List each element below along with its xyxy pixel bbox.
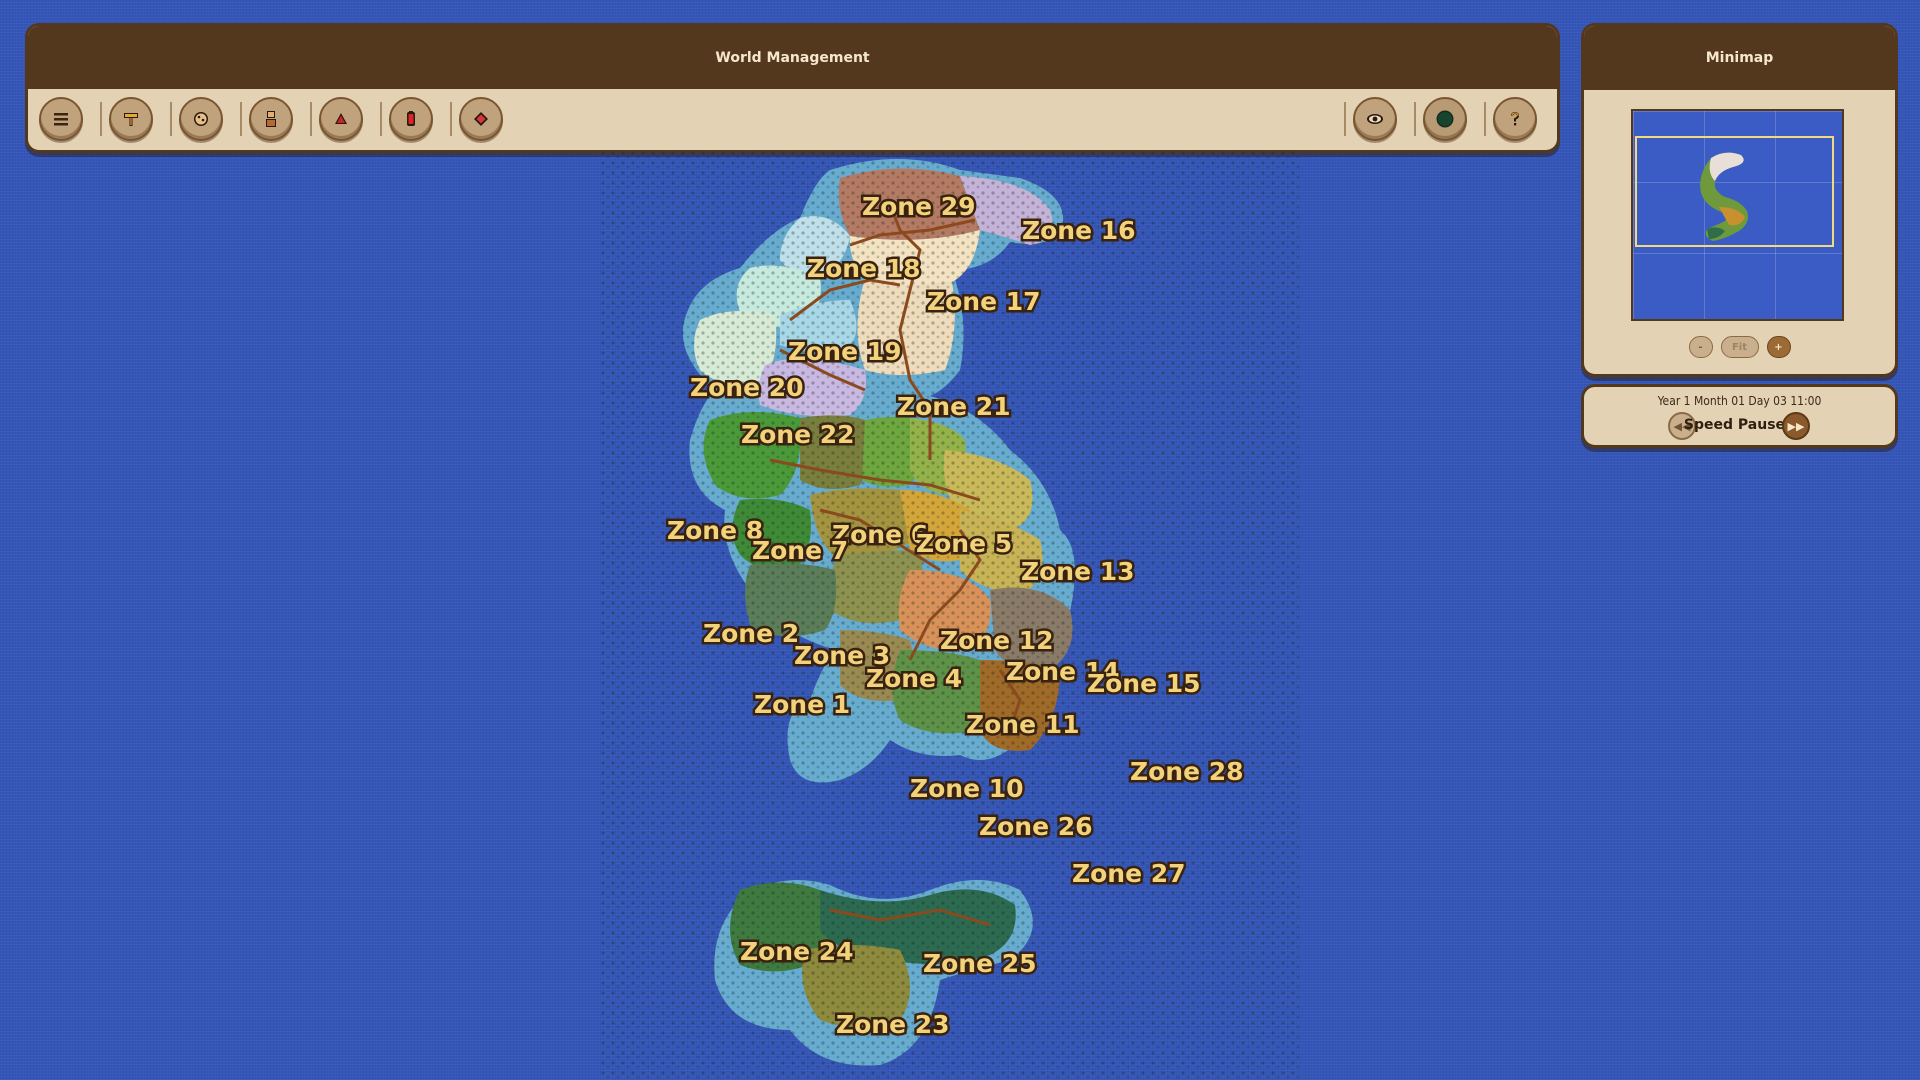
combat-button[interactable]	[319, 97, 363, 141]
zone-label-1[interactable]: Zone 1	[752, 688, 853, 722]
resources-icon	[194, 112, 208, 126]
menu-button[interactable]	[39, 97, 83, 141]
zone-label-13[interactable]: Zone 13	[1019, 555, 1138, 589]
toolbar-divider	[310, 102, 312, 136]
zone-label-2[interactable]: Zone 2	[701, 617, 802, 651]
world-management-panel: World Management	[25, 23, 1560, 153]
menu-icon	[54, 113, 68, 126]
zone-label-17[interactable]: Zone 17	[925, 285, 1044, 319]
combat-icon	[335, 113, 347, 124]
toolbar-divider	[240, 102, 242, 136]
eye-icon	[1367, 114, 1383, 124]
zone-label-21[interactable]: Zone 21	[895, 390, 1014, 424]
minimap-view[interactable]	[1631, 109, 1844, 321]
minimap-zoom-out-button[interactable]: -	[1688, 336, 1713, 358]
fast-forward-icon: ▶▶	[1787, 419, 1805, 433]
magic-icon	[474, 112, 488, 126]
date-time-display: Year 1 Month 01 Day 03 11:00	[1657, 394, 1822, 408]
zone-label-29[interactable]: Zone 29	[860, 190, 979, 224]
zone-label-10[interactable]: Zone 10	[908, 772, 1027, 806]
toolbar-divider	[380, 102, 382, 136]
zone-label-19[interactable]: Zone 19	[786, 335, 905, 369]
toolbar-divider	[1414, 102, 1416, 136]
globe-button[interactable]	[1423, 97, 1467, 141]
minimap-fit-button[interactable]: Fit	[1720, 336, 1759, 358]
zone-label-26[interactable]: Zone 26	[977, 810, 1096, 844]
zone-label-27[interactable]: Zone 27	[1070, 857, 1189, 891]
time-panel: Year 1 Month 01 Day 03 11:00 ◀◀ Speed Pa…	[1581, 384, 1898, 448]
panel-title: World Management	[28, 26, 1557, 89]
toolbar-divider	[450, 102, 452, 136]
zone-label-24[interactable]: Zone 24	[738, 935, 857, 969]
zone-label-11[interactable]: Zone 11	[964, 708, 1083, 742]
speed-controls: ◀◀ Speed Paused ▶▶	[1584, 412, 1895, 440]
zone-label-4[interactable]: Zone 4	[864, 662, 965, 696]
zone-label-8[interactable]: Zone 8	[665, 514, 766, 548]
faster-button[interactable]: ▶▶	[1782, 412, 1810, 440]
build-button[interactable]	[109, 97, 153, 141]
toolbar-divider	[1344, 102, 1346, 136]
magic-button[interactable]	[459, 97, 503, 141]
world-map[interactable]: Zone 29 Zone 16 Zone 18 Zone 17 Zone 19 …	[600, 150, 1300, 1080]
citizens-button[interactable]	[249, 97, 293, 141]
citizens-icon	[266, 111, 276, 127]
toolbar-divider	[100, 102, 102, 136]
zone-label-22[interactable]: Zone 22	[739, 418, 858, 452]
toolbar-divider	[1484, 102, 1486, 136]
toolbar-divider	[170, 102, 172, 136]
help-button[interactable]	[1493, 97, 1537, 141]
help-icon	[1511, 112, 1519, 126]
zone-label-25[interactable]: Zone 25	[921, 947, 1040, 981]
minimap-title: Minimap	[1584, 26, 1895, 90]
potion-icon	[407, 111, 415, 126]
zone-label-15[interactable]: Zone 15	[1085, 667, 1204, 701]
resources-button[interactable]	[179, 97, 223, 141]
zone-label-23[interactable]: Zone 23	[834, 1008, 953, 1042]
build-hammer-icon	[124, 113, 138, 126]
zone-label-7[interactable]: Zone 7	[750, 534, 851, 568]
minimap-viewport-rect[interactable]	[1635, 136, 1834, 247]
zone-label-16[interactable]: Zone 16	[1020, 214, 1139, 248]
globe-icon	[1436, 110, 1454, 128]
zone-label-5[interactable]: Zone 5	[914, 527, 1015, 561]
view-button[interactable]	[1353, 97, 1397, 141]
zone-label-18[interactable]: Zone 18	[805, 252, 924, 286]
potion-button[interactable]	[389, 97, 433, 141]
zone-label-28[interactable]: Zone 28	[1128, 755, 1247, 789]
minimap-zoom-in-button[interactable]: +	[1766, 336, 1791, 358]
toolbar	[28, 89, 1557, 147]
minimap-controls: - Fit +	[1584, 336, 1895, 358]
zone-label-20[interactable]: Zone 20	[688, 371, 807, 405]
speed-label: Speed Paused	[1683, 417, 1796, 433]
zone-label-12[interactable]: Zone 12	[938, 624, 1057, 658]
minimap-panel: Minimap - Fit +	[1581, 23, 1898, 377]
